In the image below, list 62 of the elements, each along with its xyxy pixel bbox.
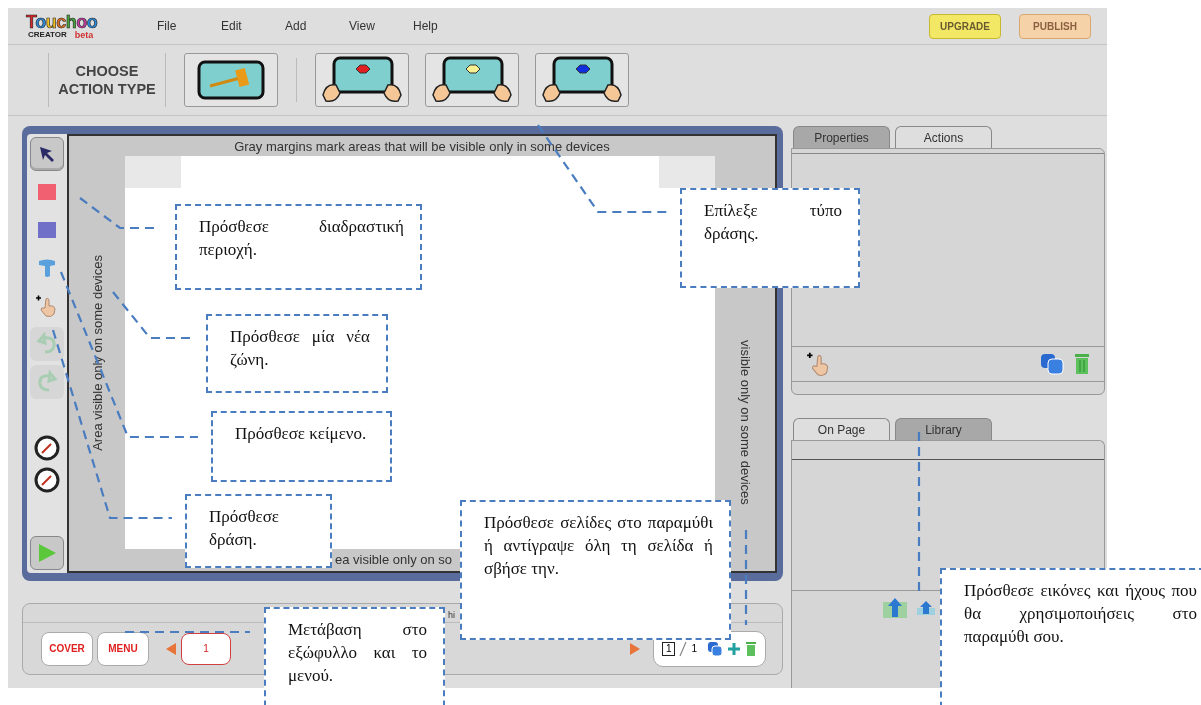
menu-button[interactable]: MENU bbox=[97, 631, 149, 666]
margin-note: ea visible only on so bbox=[335, 552, 453, 567]
menu-item[interactable]: Add bbox=[285, 19, 349, 33]
upload-icon[interactable] bbox=[916, 600, 936, 616]
action-type-button[interactable] bbox=[535, 53, 629, 107]
zone-square-icon bbox=[38, 222, 56, 238]
callout-text: Πρόσθεσε μία νέα ζώνη. bbox=[230, 326, 370, 371]
margin-note: Gray margins mark areas that will be visible only in some devices bbox=[234, 139, 610, 154]
panel-tab[interactable]: On Page bbox=[793, 418, 890, 440]
menu-item[interactable]: File bbox=[157, 19, 221, 33]
pointer-icon bbox=[37, 144, 57, 164]
action-type-button[interactable] bbox=[315, 53, 409, 107]
hammer-icon bbox=[196, 59, 266, 101]
tablet-hands-icon bbox=[540, 55, 624, 105]
add-icon[interactable] bbox=[727, 641, 741, 656]
callout-text: Πρόσθεσε δράση. bbox=[209, 506, 280, 551]
next-page-icon[interactable] bbox=[628, 641, 641, 656]
page-field[interactable]: 1 bbox=[181, 632, 231, 665]
panel-tab[interactable]: Actions bbox=[895, 126, 992, 148]
action-type-button[interactable] bbox=[425, 53, 519, 107]
pointer-tool[interactable] bbox=[30, 137, 64, 171]
previous-page-icon[interactable] bbox=[165, 641, 177, 656]
callout-text: Πρόσθεσε εικόνες και ήχους που θα χρησιμοποιήσεις στο παραμύθι σου. bbox=[964, 580, 1197, 648]
logo-title: Touchoo bbox=[26, 12, 99, 31]
upgrade-button[interactable]: UPGRADE bbox=[929, 13, 1001, 39]
undo-icon bbox=[35, 332, 59, 356]
cover-button[interactable]: COVER bbox=[41, 631, 93, 666]
redo-icon bbox=[35, 370, 59, 394]
page-caption: hi bbox=[448, 610, 455, 620]
menu-item[interactable]: Help bbox=[413, 19, 477, 33]
logo-subtitle: CREATOR bbox=[28, 30, 67, 40]
menu-item[interactable]: View bbox=[349, 19, 413, 33]
play-tool[interactable] bbox=[30, 536, 64, 570]
trash-icon[interactable] bbox=[1074, 353, 1090, 375]
upload-icon[interactable] bbox=[882, 597, 908, 619]
current-page: 1 bbox=[661, 641, 676, 656]
tablet-hands-icon bbox=[430, 55, 514, 105]
callout-text: Πρόσθεσε σελίδες στο παραμύθι ή αντίγραψε όλη τη σελίδα ή σβήσε την. bbox=[484, 512, 713, 580]
text-tool-icon bbox=[37, 258, 57, 278]
publish-button[interactable]: PUBLISH bbox=[1019, 13, 1091, 39]
menu-item[interactable]: Edit bbox=[221, 19, 285, 33]
slash-icon bbox=[679, 640, 688, 657]
gauge-icon bbox=[34, 467, 60, 493]
margin-note: visible only on some devices bbox=[737, 340, 753, 505]
callout-text: Πρόσθεσε διαδραστική περιοχή. bbox=[199, 216, 404, 261]
trash-icon[interactable] bbox=[745, 640, 757, 657]
duplicate-icon[interactable] bbox=[707, 640, 723, 657]
panel-tab[interactable]: Properties bbox=[793, 126, 890, 148]
gauge-icon bbox=[34, 435, 60, 461]
duplicate-icon[interactable] bbox=[1040, 353, 1064, 375]
hand-plus-icon bbox=[35, 294, 59, 318]
callout-text: Πρόσθεσε κείμενο. bbox=[235, 423, 368, 445]
play-icon bbox=[36, 542, 58, 564]
hotspot-square-icon bbox=[38, 184, 56, 200]
callout-text: Επίλεξε τύπο δράσης. bbox=[704, 200, 842, 245]
callout-text: Μετάβαση στο εξώφυλλο και το μενού. bbox=[288, 619, 427, 687]
action-type-button[interactable] bbox=[184, 53, 278, 107]
toolbar-label: CHOOSE ACTION TYPE bbox=[57, 61, 157, 99]
tablet-hands-icon bbox=[320, 55, 404, 105]
page-total: 1 bbox=[691, 643, 697, 654]
beta-label: beta bbox=[74, 30, 94, 40]
panel-tab[interactable]: Library bbox=[895, 418, 992, 440]
